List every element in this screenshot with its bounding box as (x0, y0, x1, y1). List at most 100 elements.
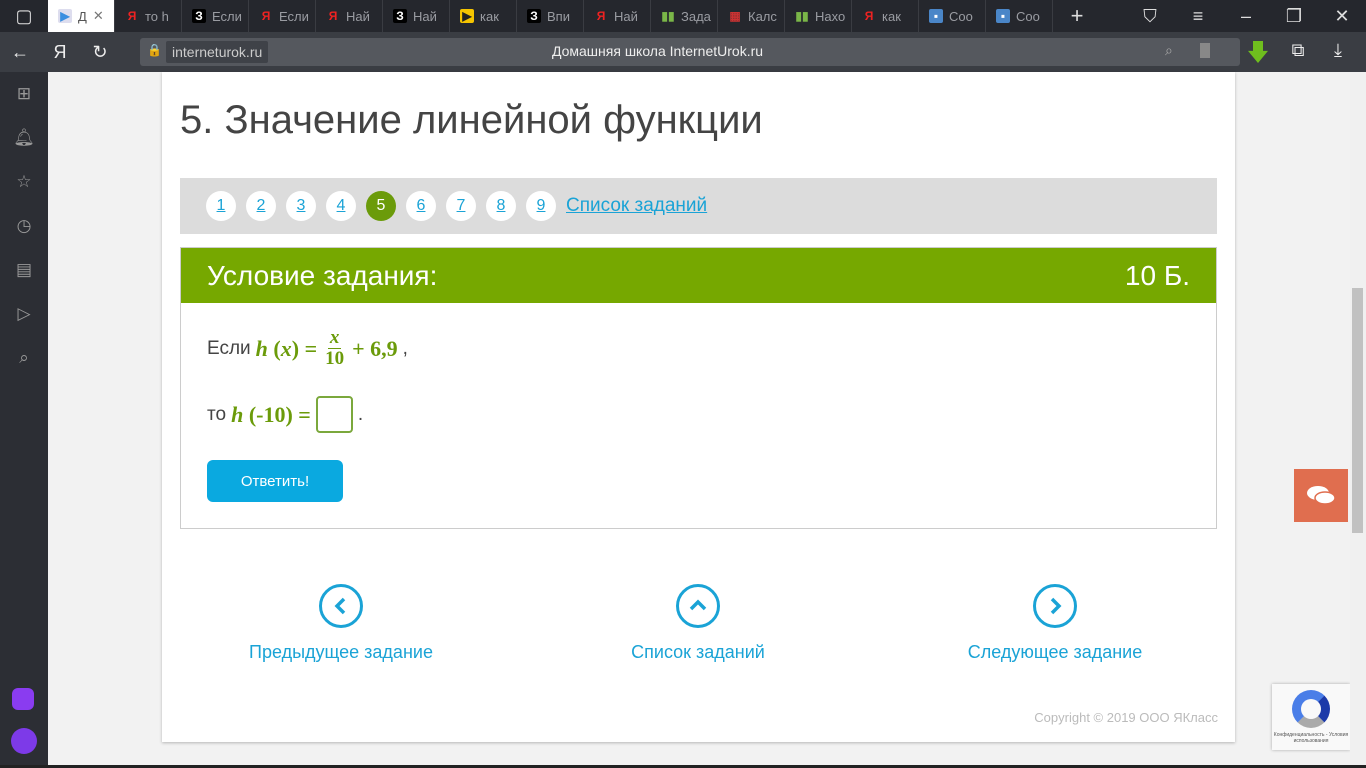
browser-tab[interactable]: З Най (383, 0, 450, 32)
task-points: 10 Б. (1124, 259, 1190, 291)
back-button[interactable]: ← (0, 42, 40, 63)
notifications-icon[interactable]: 🔔︎ (0, 116, 48, 160)
yandex-icon: Я (261, 9, 271, 23)
browser-tab[interactable]: З Впи (517, 0, 584, 32)
address-field[interactable]: 🔒 interneturok.ru Домашняя школа Interne… (140, 38, 1240, 66)
download-manager-icon[interactable] (1248, 41, 1268, 63)
browser-tab[interactable]: Я Най (584, 0, 651, 32)
reload-button[interactable]: ↻ (80, 42, 120, 63)
tab-label: Если (212, 8, 242, 24)
z-icon: З (393, 9, 407, 23)
page-1[interactable]: 1 (206, 191, 236, 221)
scrollbar-thumb[interactable] (1352, 288, 1363, 533)
fraction: x 10 (325, 327, 345, 369)
browser-tab[interactable]: Якак (852, 0, 919, 32)
browser-tab[interactable]: ▪ Соо (986, 0, 1053, 32)
question-prefix: то (207, 403, 227, 425)
browser-sidebar: ⊞ 🔔︎ ☆ ◷ ▤ ▷ ⌕ (0, 72, 48, 768)
task-list-label: Список заданий (631, 642, 765, 662)
browser-tab[interactable]: ▮▮ Зада (651, 0, 718, 32)
browser-tab[interactable]: Я Най (316, 0, 383, 32)
close-window-button[interactable]: ✕ (1318, 6, 1366, 27)
alice-icon[interactable] (11, 728, 37, 754)
yandex-home-button[interactable]: Я (40, 42, 80, 63)
new-tab-button[interactable]: + (1053, 3, 1101, 29)
prev-task-link[interactable]: Предыдущее задание (191, 584, 491, 663)
yandex-icon: Я (596, 9, 606, 23)
task-box: Условие задания: 10 Б. Если h (x) = x 10 … (180, 247, 1217, 529)
task-pagination: 123456789 Список заданий (180, 178, 1217, 234)
recaptcha-badge[interactable]: Конфиденциальность - Условия использован… (1272, 684, 1350, 750)
browser-tab[interactable]: Я Если (249, 0, 316, 32)
browser-tab[interactable]: З Если (182, 0, 249, 32)
tabs-panel-icon[interactable]: ▢ (0, 6, 48, 27)
page-6[interactable]: 6 (406, 191, 436, 221)
apps-icon[interactable]: ⊞ (0, 72, 48, 116)
chat-button[interactable] (1294, 469, 1348, 522)
scrollbar[interactable] (1350, 72, 1366, 768)
favorites-icon[interactable]: ☆ (0, 160, 48, 204)
search-image-icon[interactable]: ⌕ (0, 336, 48, 380)
recaptcha-logo-icon (1292, 690, 1330, 728)
z-icon: З (527, 9, 541, 23)
tab-label: как (480, 8, 499, 24)
condition-prefix: Если (207, 337, 251, 359)
yandex-icon: Я (864, 9, 874, 23)
bookmark-icon[interactable] (1200, 43, 1210, 58)
page-3[interactable]: 3 (286, 191, 316, 221)
answer-input[interactable] (315, 396, 353, 433)
browser-tab[interactable]: Ято h (115, 0, 182, 32)
alice-icon-1[interactable] (12, 688, 34, 710)
page-7[interactable]: 7 (446, 191, 476, 221)
collections-icon[interactable]: ▤ (0, 248, 48, 292)
formula-question: h (-10) = (231, 401, 311, 427)
chat-icon: ▪ (929, 9, 943, 23)
extension-icon[interactable]: ⧉ (1278, 40, 1318, 61)
cube-icon: ▦ (729, 9, 741, 23)
zoom-icon[interactable]: ⌕ (1165, 42, 1173, 59)
close-tab-icon[interactable]: ✕ (93, 8, 104, 24)
prev-task-label: Предыдущее задание (249, 642, 433, 662)
browser-tab[interactable]: ▦ Калс (718, 0, 785, 32)
browser-tab[interactable]: ▶ Д ✕ (48, 0, 115, 32)
page-2[interactable]: 2 (246, 191, 276, 221)
bookmarks-icon[interactable]: ⛉ (1126, 6, 1174, 27)
tab-label: Най (346, 8, 370, 24)
history-icon[interactable]: ◷ (0, 204, 48, 248)
tab-label: как (882, 8, 901, 24)
browser-tab[interactable]: ▶ как (450, 0, 517, 32)
tab-label: Калс (748, 8, 777, 24)
task-question: то h (-10) = . (207, 396, 363, 433)
restore-button[interactable]: ❐ (1270, 6, 1318, 27)
submit-button[interactable]: Ответить! (207, 460, 343, 502)
task-condition: Если h (x) = x 10 + 6,9, (207, 327, 408, 369)
next-task-label: Следующее задание (967, 642, 1143, 662)
minimize-button[interactable]: – (1222, 6, 1270, 27)
chevron-left-icon (319, 584, 363, 628)
page-title: 5. Значение линейной функции (180, 98, 763, 142)
next-task-link[interactable]: Следующее задание (905, 584, 1205, 663)
tab-label: то h (145, 8, 169, 24)
task-list-nav-link[interactable]: Список заданий (548, 584, 848, 663)
media-icon[interactable]: ▷ (0, 292, 48, 336)
chevron-right-icon (1033, 584, 1077, 628)
tab-label: Нахо (815, 8, 846, 24)
browser-tab[interactable]: ▮▮ Нахо (785, 0, 852, 32)
page-9[interactable]: 9 (526, 191, 556, 221)
menu-icon[interactable]: ≡ (1174, 6, 1222, 27)
book-icon: ▮▮ (661, 9, 675, 23)
task-list-link[interactable]: Список заданий (566, 195, 707, 217)
chat-icon (1307, 485, 1336, 505)
task-header: Условие задания: 10 Б. (181, 248, 1216, 303)
downloads-icon[interactable]: ⤓ (1318, 40, 1358, 61)
chat-icon: ▪ (996, 9, 1010, 23)
copyright: Copyright © 2019 ООО ЯКласс (1034, 710, 1218, 725)
page-card: 5. Значение линейной функции 123456789 С… (162, 72, 1235, 742)
tab-bar: ▢ ▶ Д ✕ Ято h З Если Я Если Я Най З Най ▶ как З Впи Я Най… (0, 0, 1366, 32)
page-5[interactable]: 5 (366, 191, 396, 221)
page-4[interactable]: 4 (326, 191, 356, 221)
tab-label: Най (413, 8, 437, 24)
page-8[interactable]: 8 (486, 191, 516, 221)
tab-label: Впи (547, 8, 570, 24)
browser-tab[interactable]: ▪ Соо (919, 0, 986, 32)
